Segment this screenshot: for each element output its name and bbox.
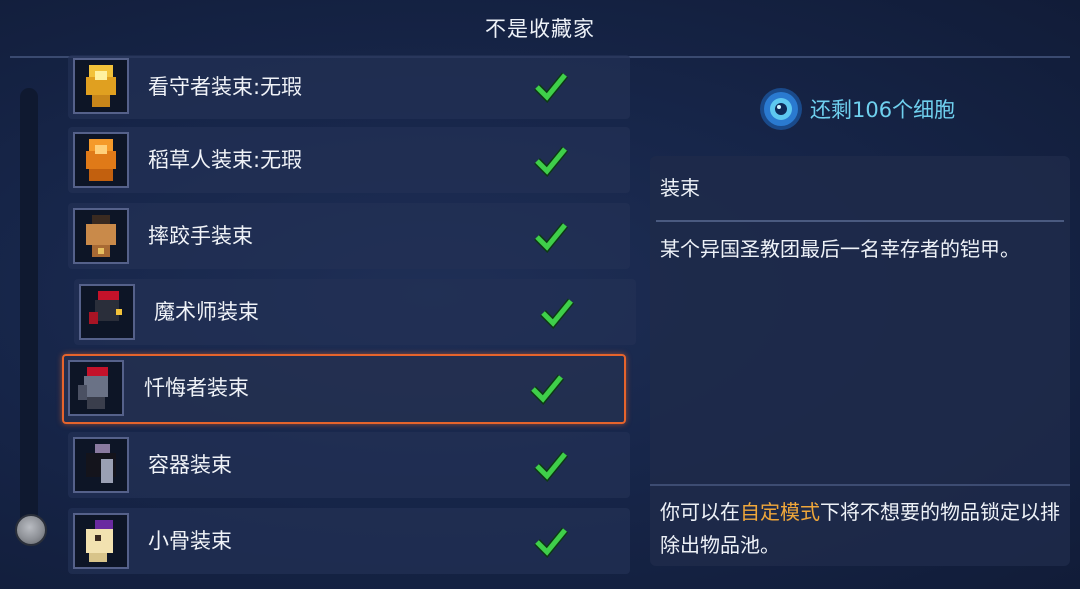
scrollbar-track[interactable] xyxy=(20,88,38,540)
item-label: 摔跤手装束 xyxy=(148,224,253,248)
checkmark-icon xyxy=(534,72,568,103)
divider xyxy=(650,484,1070,486)
item-label: 看守者装束:无瑕 xyxy=(148,75,303,99)
wrestler-outfit-icon xyxy=(73,208,129,264)
list-item-outfit[interactable]: 摔跤手装束 xyxy=(68,203,630,269)
magician-outfit-icon xyxy=(79,284,135,340)
custom-mode-link: 自定模式 xyxy=(740,500,820,524)
item-label: 魔术师装束 xyxy=(154,300,259,324)
list-item-outfit[interactable]: 稻草人装束:无瑕 xyxy=(68,127,630,193)
item-category: 装束 xyxy=(660,176,700,200)
list-item-outfit[interactable]: 小骨装束 xyxy=(68,508,630,574)
checkmark-icon xyxy=(534,146,568,177)
vessel-outfit-icon xyxy=(73,437,129,493)
penitent-outfit-icon xyxy=(68,360,124,416)
checkmark-icon xyxy=(534,451,568,482)
item-description: 某个异国圣教团最后一名幸存者的铠甲。 xyxy=(660,237,1020,261)
orange-armor-outfit-icon xyxy=(73,132,129,188)
item-label: 忏悔者装束 xyxy=(144,376,249,400)
checkmark-icon xyxy=(534,527,568,558)
cells-remaining-text: 还剩106个细胞 xyxy=(810,98,956,122)
item-detail-panel: 装束 某个异国圣教团最后一名幸存者的铠甲。 你可以在自定模式下将不想要的物品锁定… xyxy=(650,156,1070,566)
item-label: 容器装束 xyxy=(148,453,232,477)
cell-orb-icon xyxy=(760,88,802,130)
scrollbar-knob[interactable] xyxy=(15,514,47,546)
page-title: 不是收藏家 xyxy=(485,17,595,41)
list-item-outfit-selected[interactable]: 忏悔者装束 xyxy=(62,354,626,424)
hint-text: 你可以在自定模式下将不想要的物品锁定以排除出物品池。 xyxy=(660,496,1060,562)
item-label: 小骨装束 xyxy=(148,529,232,553)
little-bone-outfit-icon xyxy=(73,513,129,569)
checkmark-icon xyxy=(540,298,574,329)
checkmark-icon xyxy=(530,374,564,405)
list-item-outfit[interactable]: 魔术师装束 xyxy=(74,279,636,345)
item-label: 稻草人装束:无瑕 xyxy=(148,148,303,172)
title-bar: 不是收藏家 xyxy=(10,0,1070,58)
checkmark-icon xyxy=(534,222,568,253)
cells-counter: 还剩106个细胞 xyxy=(758,84,955,134)
hint-prefix: 你可以在 xyxy=(660,500,740,524)
divider xyxy=(656,220,1064,222)
gold-armor-outfit-icon xyxy=(73,58,129,114)
list-item-outfit[interactable]: 容器装束 xyxy=(68,432,630,498)
list-item-outfit[interactable]: 看守者装束:无瑕 xyxy=(68,55,630,119)
